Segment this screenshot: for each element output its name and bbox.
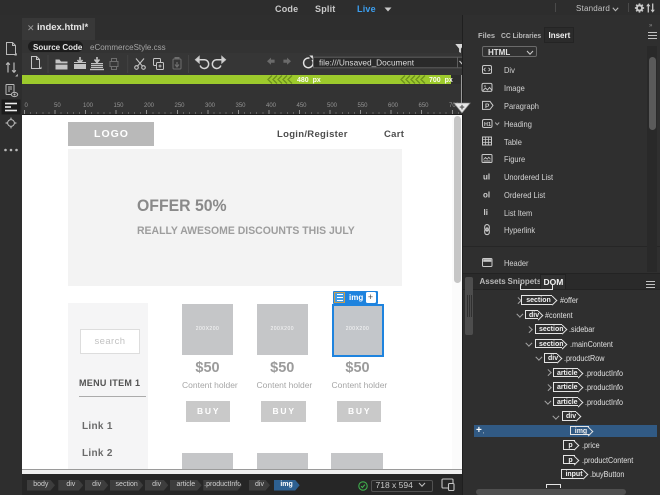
svg-text:400: 400 <box>266 103 277 109</box>
svg-text:100: 100 <box>83 103 94 109</box>
svg-text:ol: ol <box>483 191 490 200</box>
svg-text:0: 0 <box>25 103 29 109</box>
svg-text:450: 450 <box>297 103 308 109</box>
svg-text:P: P <box>485 103 490 110</box>
svg-text:H1: H1 <box>484 122 491 128</box>
svg-text:650: 650 <box>419 103 430 109</box>
svg-text:500: 500 <box>327 103 338 109</box>
svg-text:550: 550 <box>358 103 369 109</box>
svg-text:ul: ul <box>483 173 490 182</box>
svg-text:li: li <box>484 208 488 217</box>
svg-text:480 px: 480 px <box>297 77 321 84</box>
svg-text:200: 200 <box>144 103 155 109</box>
svg-text:150: 150 <box>114 103 125 109</box>
svg-text:600: 600 <box>388 103 399 109</box>
svg-text:file:///Unsaved_Document: file:///Unsaved_Document <box>319 57 415 67</box>
svg-text:250: 250 <box>175 103 186 109</box>
svg-text:350: 350 <box>236 103 247 109</box>
svg-text:50: 50 <box>54 103 61 109</box>
svg-text:300: 300 <box>205 103 216 109</box>
svg-text:700 px: 700 px <box>429 77 453 84</box>
